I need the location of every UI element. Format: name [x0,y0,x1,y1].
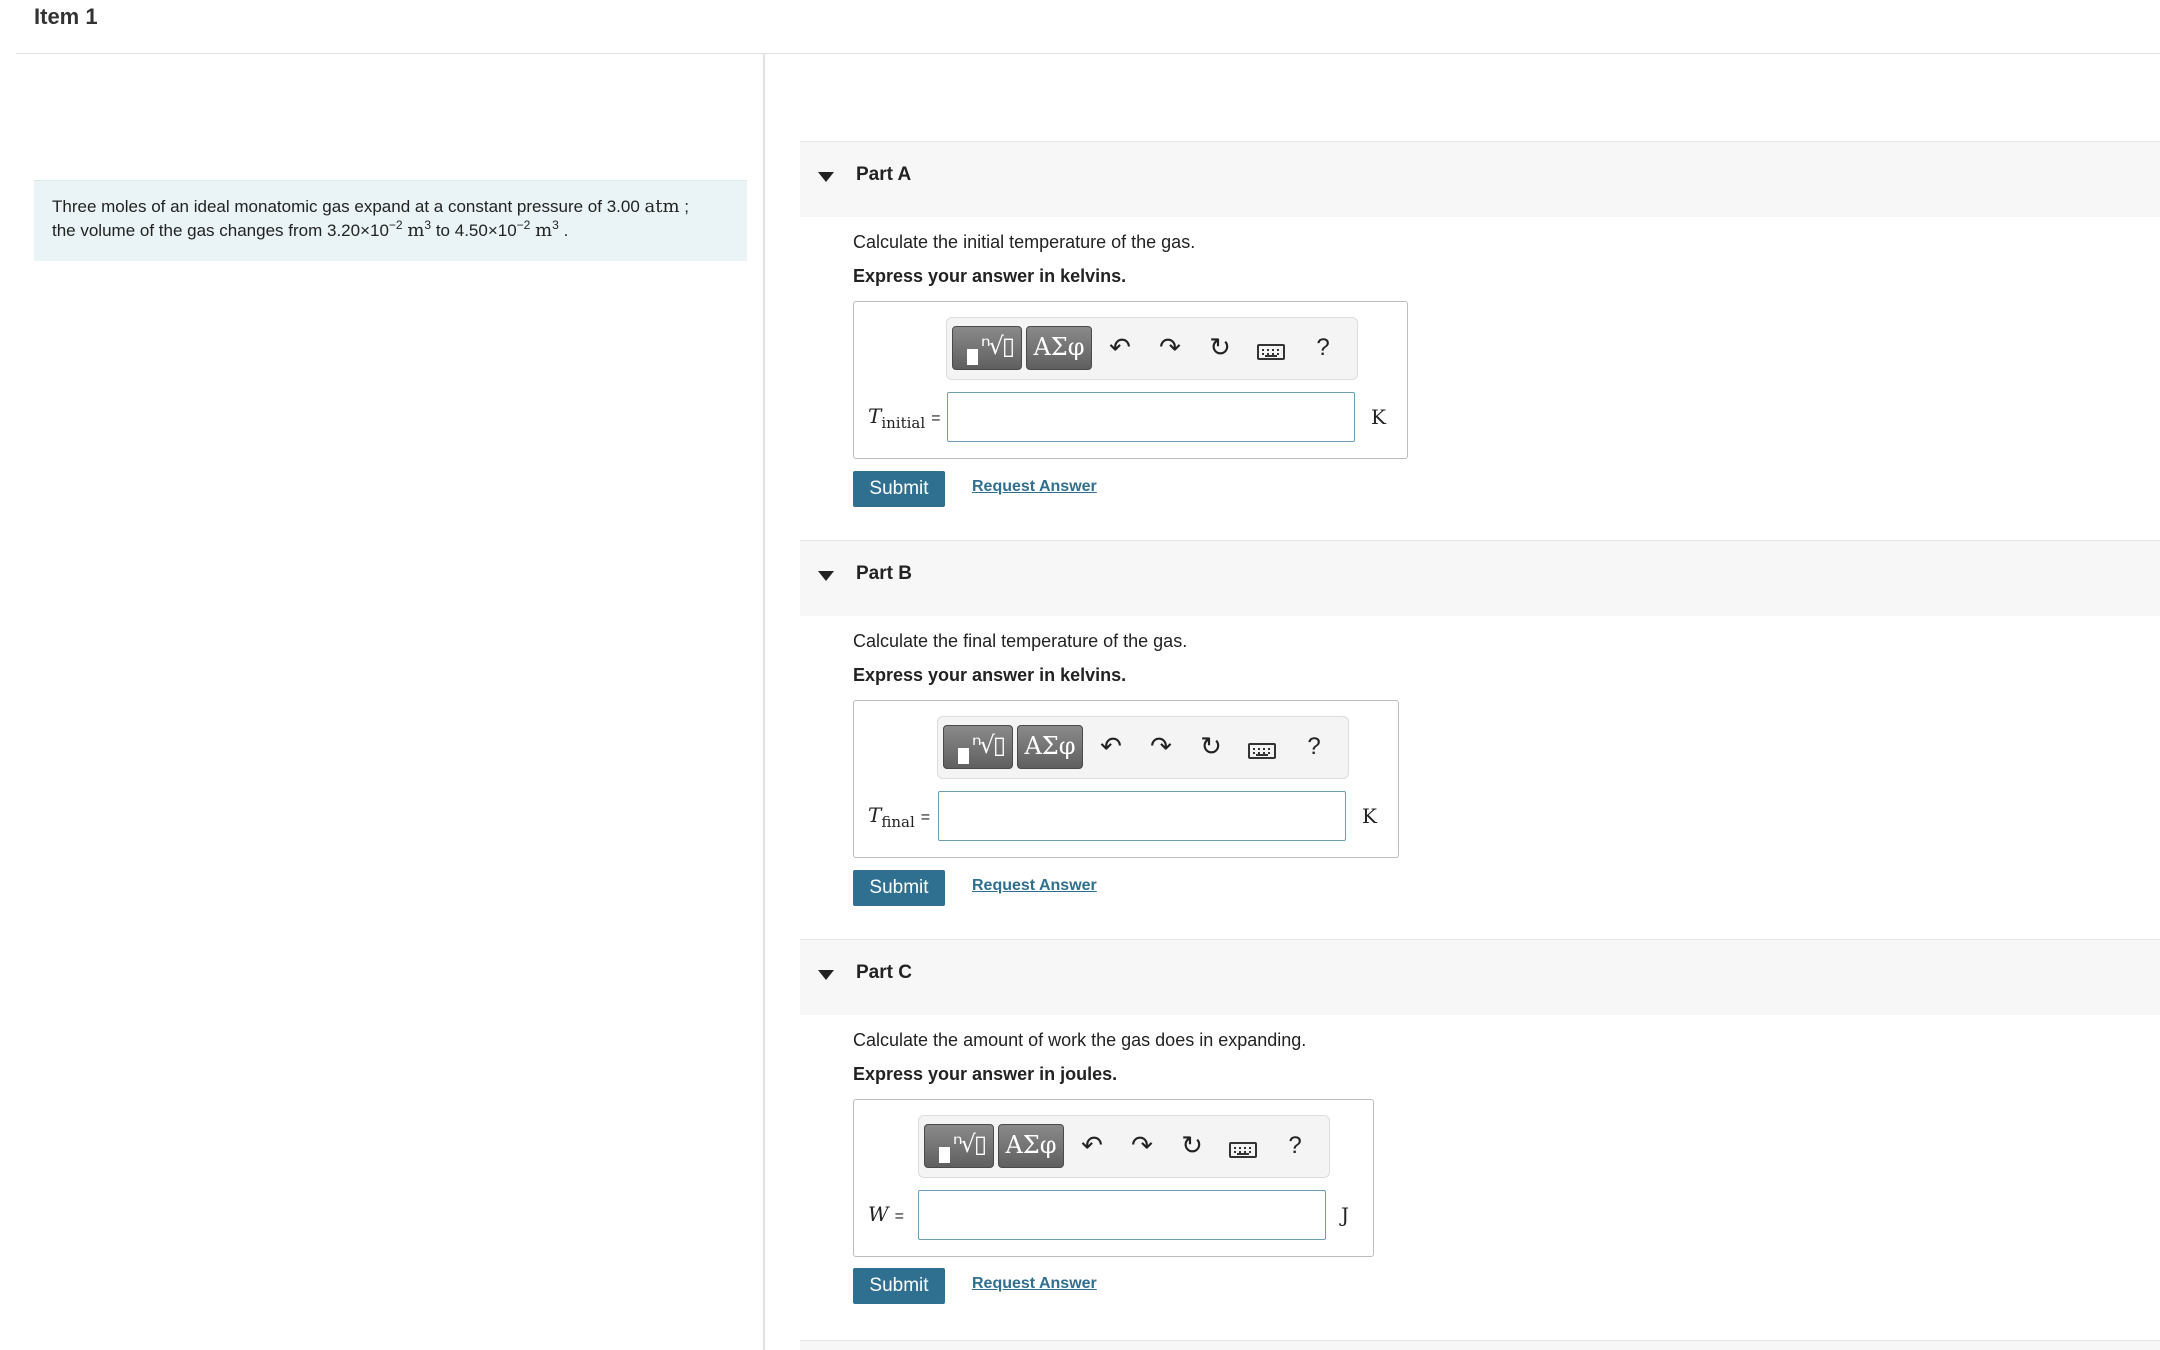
keyboard-icon[interactable] [1229,1142,1257,1158]
problem-line-1: Three moles of an ideal monatomic gas ex… [52,196,690,217]
collapse-caret-icon[interactable] [818,970,834,980]
submit-button[interactable]: Submit [853,870,945,906]
submit-button[interactable]: Submit [853,471,945,507]
part-b-answer-box: ⁿ√▯ ΑΣφ ↶ ↷ ↻ ? Tfinal = K [853,700,1399,858]
reset-icon[interactable]: ↻ [1193,727,1229,767]
variable-label: Tinitial = [868,404,941,432]
redo-icon[interactable]: ↷ [1143,727,1179,767]
keyboard-icon[interactable] [1248,743,1276,759]
greek-symbols-button[interactable]: ΑΣφ [1026,326,1092,370]
header-divider [16,53,2160,54]
templates-icon [958,748,969,764]
problem-statement: Three moles of an ideal monatomic gas ex… [34,180,747,261]
math-toolbar: ⁿ√▯ ΑΣφ ↶ ↷ ↻ ? [946,317,1358,380]
answer-input[interactable] [947,392,1355,442]
answer-input[interactable] [938,791,1346,841]
variable-label: W = [868,1202,904,1226]
column-divider [763,53,765,1350]
reset-icon[interactable]: ↻ [1174,1126,1210,1166]
templates-button[interactable]: ⁿ√▯ [952,326,1022,370]
collapse-caret-icon[interactable] [818,172,834,182]
part-title: Part C [856,962,912,983]
problem-line-2: the volume of the gas changes from 3.20×… [52,218,569,241]
answer-input[interactable] [918,1190,1326,1240]
collapse-caret-icon[interactable] [818,571,834,581]
reset-icon[interactable]: ↻ [1202,328,1238,368]
undo-icon[interactable]: ↶ [1074,1126,1110,1166]
math-toolbar: ⁿ√▯ ΑΣφ ↶ ↷ ↻ ? [937,716,1349,779]
greek-symbols-button[interactable]: ΑΣφ [998,1124,1064,1168]
help-button[interactable]: ? [1277,1126,1313,1166]
variable-label: Tfinal = [868,803,931,831]
part-a-header[interactable]: Part A [800,141,2160,217]
item-title: Item 1 [34,4,98,29]
help-button[interactable]: ? [1305,328,1341,368]
request-answer-link[interactable]: Request Answer [972,478,1097,496]
templates-button[interactable]: ⁿ√▯ [924,1124,994,1168]
part-title: Part B [856,563,912,584]
part-c-header[interactable]: Part C [800,939,2160,1015]
unit-label: K [1371,405,1386,429]
redo-icon[interactable]: ↷ [1152,328,1188,368]
part-c-instruction: Express your answer in joules. [853,1064,1118,1084]
templates-icon [939,1147,950,1163]
part-b-header[interactable]: Part B [800,540,2160,616]
submit-button[interactable]: Submit [853,1268,945,1304]
part-a-instruction: Express your answer in kelvins. [853,266,1127,286]
math-toolbar: ⁿ√▯ ΑΣφ ↶ ↷ ↻ ? [918,1115,1330,1178]
part-a-answer-box: ⁿ√▯ ΑΣφ ↶ ↷ ↻ ? Tinitial = K [853,301,1408,459]
unit-label: J [1341,1203,1350,1227]
request-answer-link[interactable]: Request Answer [972,877,1097,895]
part-a-prompt: Calculate the initial temperature of the… [853,232,1196,252]
part-title: Part A [856,164,912,185]
help-button[interactable]: ? [1296,727,1332,767]
redo-icon[interactable]: ↷ [1124,1126,1160,1166]
undo-icon[interactable]: ↶ [1093,727,1129,767]
part-b-prompt: Calculate the final temperature of the g… [853,631,1188,651]
templates-icon [967,349,978,365]
keyboard-icon[interactable] [1257,344,1285,360]
part-c-answer-box: ⁿ√▯ ΑΣφ ↶ ↷ ↻ ? W = J [853,1099,1374,1257]
request-answer-link[interactable]: Request Answer [972,1275,1097,1293]
undo-icon[interactable]: ↶ [1102,328,1138,368]
part-c-prompt: Calculate the amount of work the gas doe… [853,1030,1307,1050]
part-b-instruction: Express your answer in kelvins. [853,665,1127,685]
next-part-header [800,1340,2160,1350]
greek-symbols-button[interactable]: ΑΣφ [1017,725,1083,769]
unit-label: K [1362,804,1377,828]
templates-button[interactable]: ⁿ√▯ [943,725,1013,769]
